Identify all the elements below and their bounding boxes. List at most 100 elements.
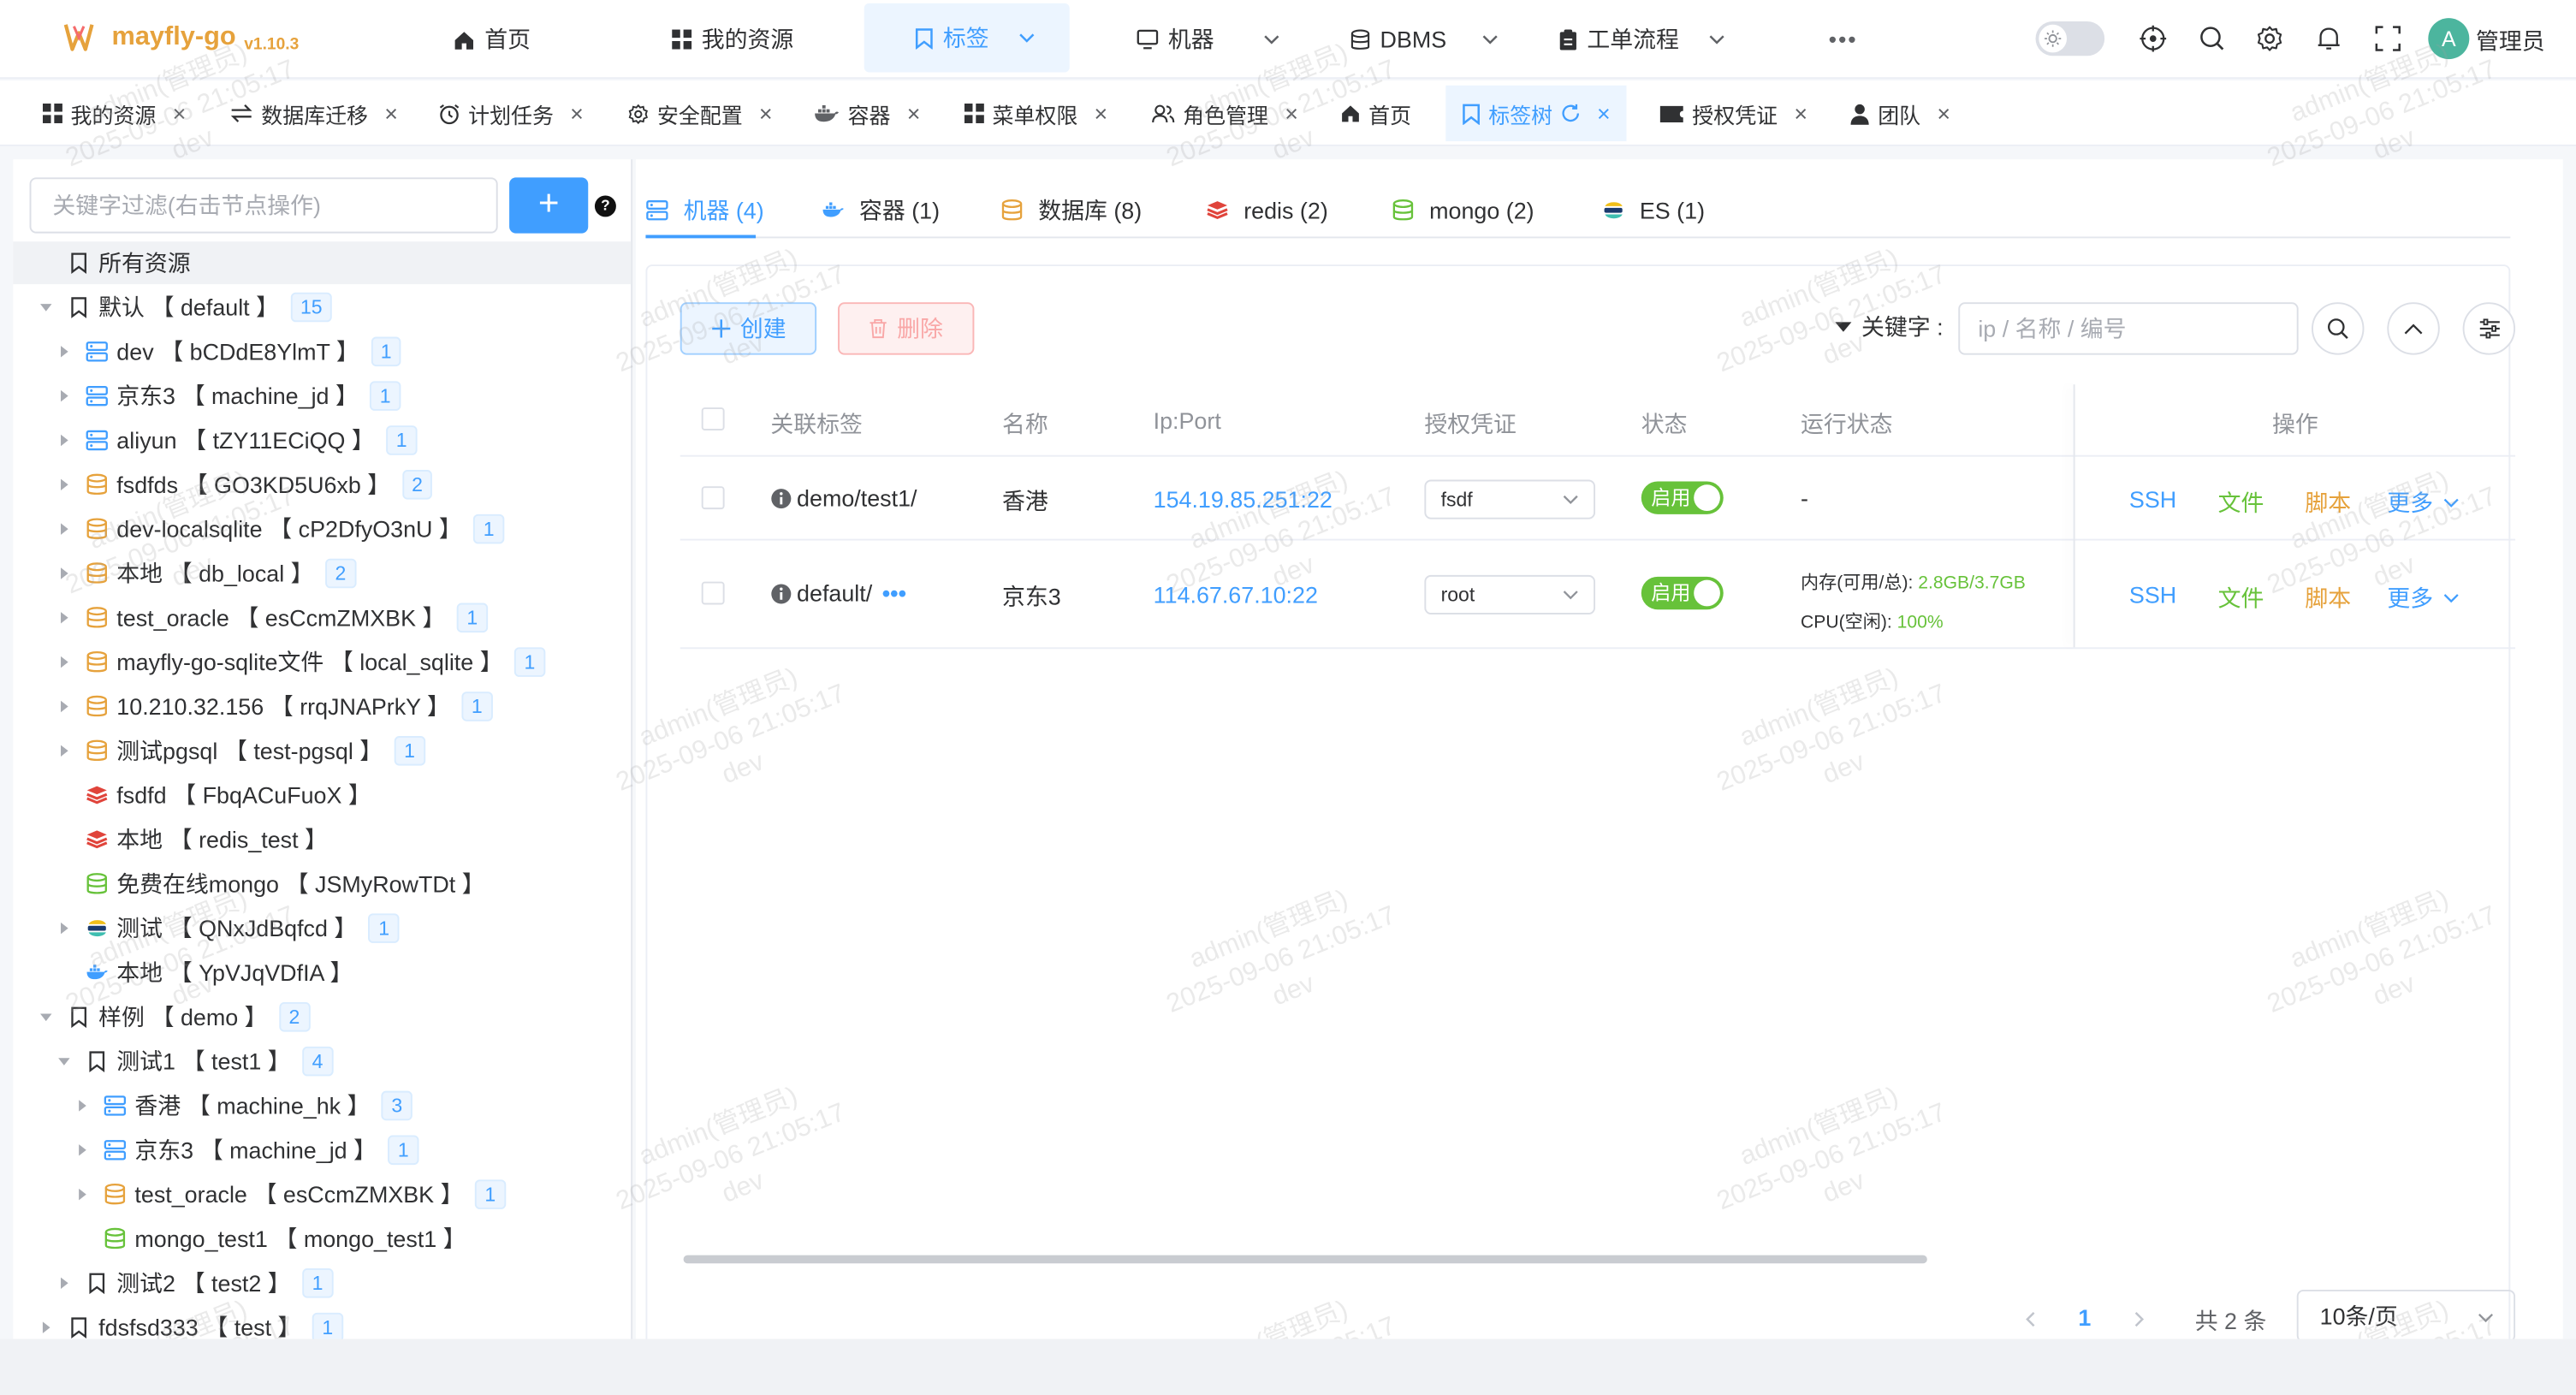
more-tags-button[interactable]: ••• [882, 580, 906, 607]
caret-right-icon[interactable] [56, 343, 72, 359]
tree-node[interactable]: fdsfsd333 【 test 】 1 [13, 1306, 343, 1339]
script-button[interactable]: 脚本 [2305, 582, 2351, 614]
tree-node[interactable]: 京东3 【 machine_jd 】 1 [13, 375, 401, 418]
caret-right-icon[interactable] [56, 432, 72, 448]
close-icon[interactable]: × [173, 100, 187, 127]
col-run-status[interactable]: 运行状态 [1801, 407, 1893, 440]
row-tag[interactable]: default/ ••• [770, 580, 906, 607]
close-icon[interactable]: × [1937, 100, 1950, 127]
resource-tab[interactable]: mongo (2) [1392, 193, 1534, 229]
keyword-label[interactable]: 关键字 : [1835, 311, 1944, 343]
status-switch[interactable]: 启用 [1641, 576, 1724, 610]
prev-page-icon[interactable] [2024, 1311, 2037, 1327]
tree-node[interactable]: test_oracle 【 esCcmZMXBK 】 1 [13, 597, 488, 639]
caret-right-icon[interactable] [56, 565, 72, 581]
tab-scheduled-tasks[interactable]: 计划任务 × [439, 86, 584, 141]
nav-home[interactable]: 首页 [454, 0, 531, 79]
horizontal-scrollbar[interactable] [683, 1255, 1927, 1264]
page-current[interactable]: 1 [2078, 1304, 2091, 1331]
caret-right-icon[interactable] [56, 388, 72, 404]
caret-right-icon[interactable] [56, 609, 72, 626]
row-checkbox[interactable] [701, 486, 725, 510]
tab-home[interactable]: 首页 [1340, 86, 1411, 141]
tree-node[interactable]: 样例【 demo 】 2 [13, 995, 310, 1038]
caret-down-icon[interactable] [56, 1054, 72, 1070]
tab-containers[interactable]: 容器 × [813, 86, 920, 141]
caret-right-icon[interactable] [74, 1097, 90, 1113]
close-icon[interactable]: × [570, 100, 584, 127]
close-icon[interactable]: × [1095, 100, 1108, 127]
caret-right-icon[interactable] [56, 477, 72, 493]
row-ip-link[interactable]: 154.19.85.251:22 [1154, 486, 1333, 513]
tree-node[interactable]: 测试2 【 test2 】 1 [13, 1261, 333, 1304]
search-icon[interactable] [2199, 25, 2227, 53]
caret-right-icon[interactable] [56, 920, 72, 936]
file-button[interactable]: 文件 [2218, 582, 2264, 614]
ssh-button[interactable]: SSH [2129, 582, 2176, 608]
nav-my-resources[interactable]: 我的资源 [672, 0, 793, 79]
close-icon[interactable]: × [1597, 100, 1611, 127]
help-icon[interactable]: ? [594, 195, 616, 217]
file-button[interactable]: 文件 [2218, 486, 2264, 519]
col-status[interactable]: 状态 [1641, 407, 1688, 440]
avatar[interactable]: A [2428, 18, 2470, 60]
nav-workflow[interactable]: 工单流程 [1559, 0, 1725, 79]
col-ip-port[interactable]: Ip:Port [1154, 407, 1221, 434]
resource-tab[interactable]: 容器 (1) [822, 193, 940, 229]
col-name[interactable]: 名称 [1002, 407, 1048, 440]
select-all-checkbox[interactable] [701, 407, 725, 430]
tree-node[interactable]: dev-localsqlite 【 cP2DfyO3nU 】 1 [13, 508, 505, 550]
collapse-search-button[interactable] [2387, 302, 2440, 355]
nav-machine[interactable]: 机器 [1137, 0, 1279, 79]
keyword-input[interactable]: ip / 名称 / 编号 [1958, 302, 2299, 355]
gear-icon[interactable] [2256, 25, 2284, 53]
search-button[interactable] [2312, 302, 2365, 355]
tree-node[interactable]: mayfly-go-sqlite文件【 local_sqlite 】 1 [13, 641, 545, 684]
col-tags[interactable]: 关联标签 [770, 407, 863, 440]
tab-menu-permissions[interactable]: 菜单权限 × [964, 86, 1108, 141]
close-icon[interactable]: × [759, 100, 773, 127]
bell-icon[interactable] [2315, 25, 2343, 53]
tree-node[interactable]: 默认【 default 】 15 [13, 286, 333, 329]
caret-down-icon[interactable] [38, 1009, 54, 1025]
resource-tab[interactable]: 机器 (4) [645, 193, 764, 229]
caret-right-icon[interactable] [56, 743, 72, 759]
caret-right-icon[interactable] [56, 654, 72, 670]
tab-security-config[interactable]: 安全配置 × [627, 86, 773, 141]
tree-node[interactable]: 免费在线mongo 【 JSMyRowTDt 】 [13, 863, 485, 905]
tree-node[interactable]: test_oracle 【 esCcmZMXBK 】 1 [13, 1173, 506, 1216]
theme-toggle[interactable] [2035, 21, 2105, 56]
tree-node[interactable]: 香港【 machine_hk 】 3 [13, 1084, 413, 1127]
tree-node[interactable]: 本地【 db_local 】 2 [13, 552, 356, 595]
tree-node[interactable]: 本地【 YpVJqVDfIA 】 [13, 952, 353, 994]
crosshair-icon[interactable] [2139, 25, 2167, 53]
auth-select[interactable]: fsdf [1424, 479, 1596, 519]
nav-more-button[interactable]: ••• [1829, 0, 1858, 79]
app-logo[interactable]: mayfly-go v1.10.3 [62, 20, 299, 56]
close-icon[interactable]: × [1794, 100, 1807, 127]
tree-node[interactable]: 10.210.32.156 【 rrqJNAPrkY 】 1 [13, 686, 493, 728]
tree-node[interactable]: mongo_test1 【 mongo_test1 】 [13, 1217, 466, 1260]
tree-node[interactable]: dev 【 bCDdE8YlmT 】 1 [13, 330, 402, 373]
caret-right-icon[interactable] [56, 1275, 72, 1291]
page-size-select[interactable]: 10条/页 [2296, 1289, 2516, 1339]
ssh-button[interactable]: SSH [2129, 486, 2176, 513]
nav-dbms[interactable]: DBMS [1350, 0, 1499, 79]
resource-tab[interactable]: ES (1) [1602, 193, 1705, 229]
tab-tag-tree[interactable]: 标签树 × [1445, 85, 1627, 142]
caret-right-icon[interactable] [38, 1320, 54, 1336]
col-auth-cert[interactable]: 授权凭证 [1424, 407, 1517, 440]
caret-right-icon[interactable] [74, 1142, 90, 1158]
caret-right-icon[interactable] [56, 698, 72, 715]
delete-button[interactable]: 删除 [838, 302, 975, 355]
tree-node[interactable]: 测试【 QNxJdBqfcd 】 1 [13, 907, 400, 950]
close-icon[interactable]: × [1285, 100, 1298, 127]
close-icon[interactable]: × [384, 100, 398, 127]
create-button[interactable]: 创建 [680, 302, 817, 355]
tab-db-migration[interactable]: 数据库迁移 × [230, 86, 398, 141]
row-ip-link[interactable]: 114.67.67.10:22 [1154, 582, 1318, 608]
tree-node-root[interactable]: 所有资源 [13, 241, 632, 285]
close-icon[interactable]: × [907, 100, 921, 127]
add-tag-button[interactable]: + [509, 177, 589, 234]
refresh-icon[interactable] [1561, 104, 1581, 123]
